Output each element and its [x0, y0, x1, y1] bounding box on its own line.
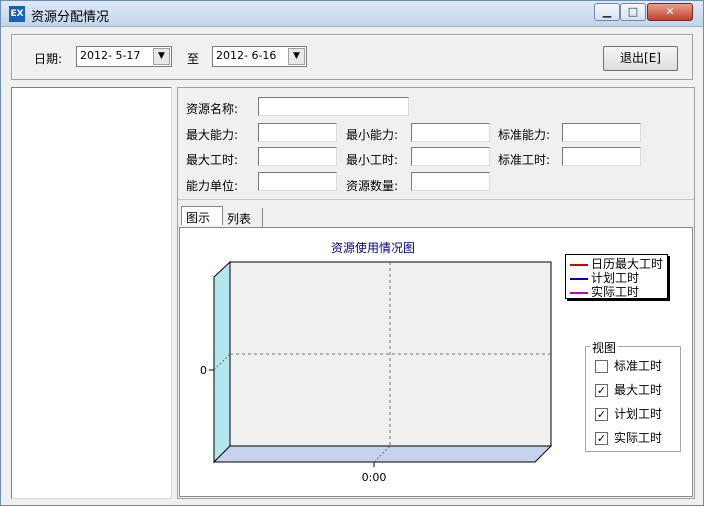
- main-window: EX 资源分配情况 ▁ □ ✕ 日期: 2012- 5-17 ▼ 至 2012-…: [0, 0, 704, 506]
- legend-label: 计划工时: [591, 271, 640, 285]
- view-option-actual-hours[interactable]: ✓ 实际工时: [595, 429, 662, 445]
- chart-left-wall: [213, 260, 231, 464]
- legend-item: 日历最大工时: [570, 258, 663, 271]
- view-option-label: 标准工时: [614, 359, 663, 373]
- chart-legend: 日历最大工时 计划工时 实际工时: [565, 254, 668, 299]
- legend-item: 实际工时: [570, 286, 639, 299]
- legend-swatch: [570, 291, 588, 294]
- y-tick-label: 0: [200, 364, 207, 377]
- view-option-label: 实际工时: [614, 431, 663, 445]
- view-group-title: 视图: [590, 339, 619, 356]
- chart-floor: [212, 445, 553, 463]
- checkbox[interactable]: ✓: [595, 408, 608, 421]
- view-options-group: 视图 标准工时 ✓ 最大工时 ✓ 计划工时 ✓ 实际工时: [585, 339, 681, 452]
- view-option-planned-hours[interactable]: ✓ 计划工时: [595, 405, 662, 421]
- checkbox[interactable]: ✓: [595, 384, 608, 397]
- legend-swatch: [570, 277, 588, 280]
- legend-swatch: [570, 263, 588, 266]
- checkbox[interactable]: [595, 360, 608, 373]
- legend-item: 计划工时: [570, 272, 639, 285]
- view-option-std-hours[interactable]: 标准工时: [595, 357, 662, 373]
- view-option-label: 最大工时: [614, 383, 663, 397]
- chart-title: 资源使用情况图: [331, 240, 415, 255]
- checkbox[interactable]: ✓: [595, 432, 608, 445]
- view-option-max-hours[interactable]: ✓ 最大工时: [595, 381, 662, 397]
- legend-label: 实际工时: [591, 285, 640, 299]
- legend-label: 日历最大工时: [591, 257, 664, 271]
- x-tick-label: 0:00: [362, 471, 387, 484]
- view-option-label: 计划工时: [614, 407, 663, 421]
